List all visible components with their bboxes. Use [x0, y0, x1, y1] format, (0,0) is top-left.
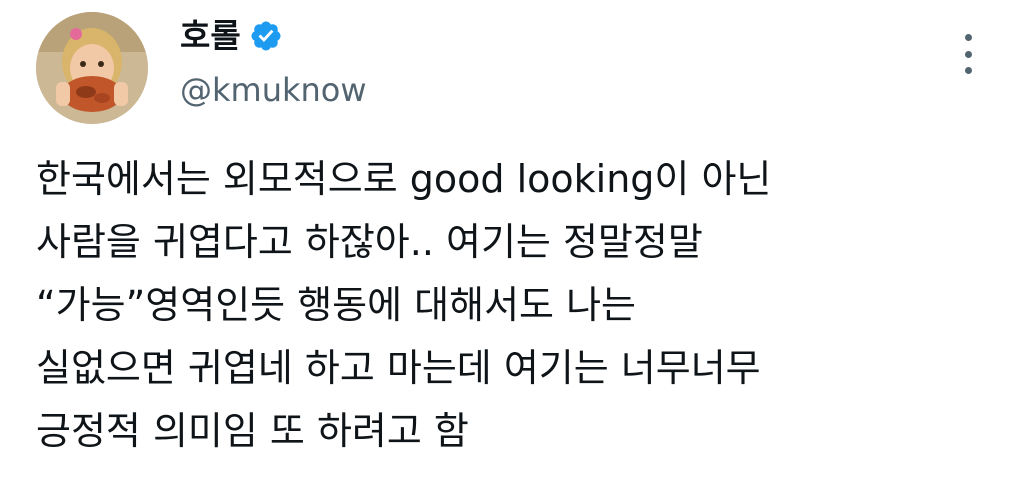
tweet-text: 한국에서는 외모적으로 good looking이 아닌 사람을 귀엽다고 하잖… — [36, 148, 996, 463]
more-vertical-icon[interactable] — [958, 34, 978, 74]
author-block: 호롤 @kmuknow — [180, 14, 367, 110]
tweet-text-line: 긍정적 의미임 또 하려고 함 — [36, 409, 469, 453]
menu-dot — [964, 34, 972, 41]
name-row: 호롤 — [180, 14, 367, 58]
verified-badge-icon — [249, 19, 283, 53]
tweet-text-line: 한국에서는 외모적으로 good looking이 아닌 — [36, 157, 772, 201]
tweet-text-line: 실없으면 귀엽네 하고 마는데 여기는 너무너무 — [36, 346, 761, 390]
tweet-text-line: 사람을 귀엽다고 하잖아.. 여기는 정말정말 — [36, 220, 703, 264]
menu-dot — [964, 50, 972, 58]
user-handle[interactable]: @kmuknow — [180, 70, 367, 110]
avatar[interactable] — [36, 12, 148, 124]
avatar-image — [36, 12, 148, 124]
tweet: 호롤 @kmuknow 한국에서는 외모적으로 good looking이 아닌… — [0, 0, 1024, 489]
tweet-text-line: “가능”영역인듯 행동에 대해서도 나는 — [36, 283, 637, 327]
menu-dot — [964, 67, 972, 74]
display-name[interactable]: 호롤 — [180, 14, 241, 58]
